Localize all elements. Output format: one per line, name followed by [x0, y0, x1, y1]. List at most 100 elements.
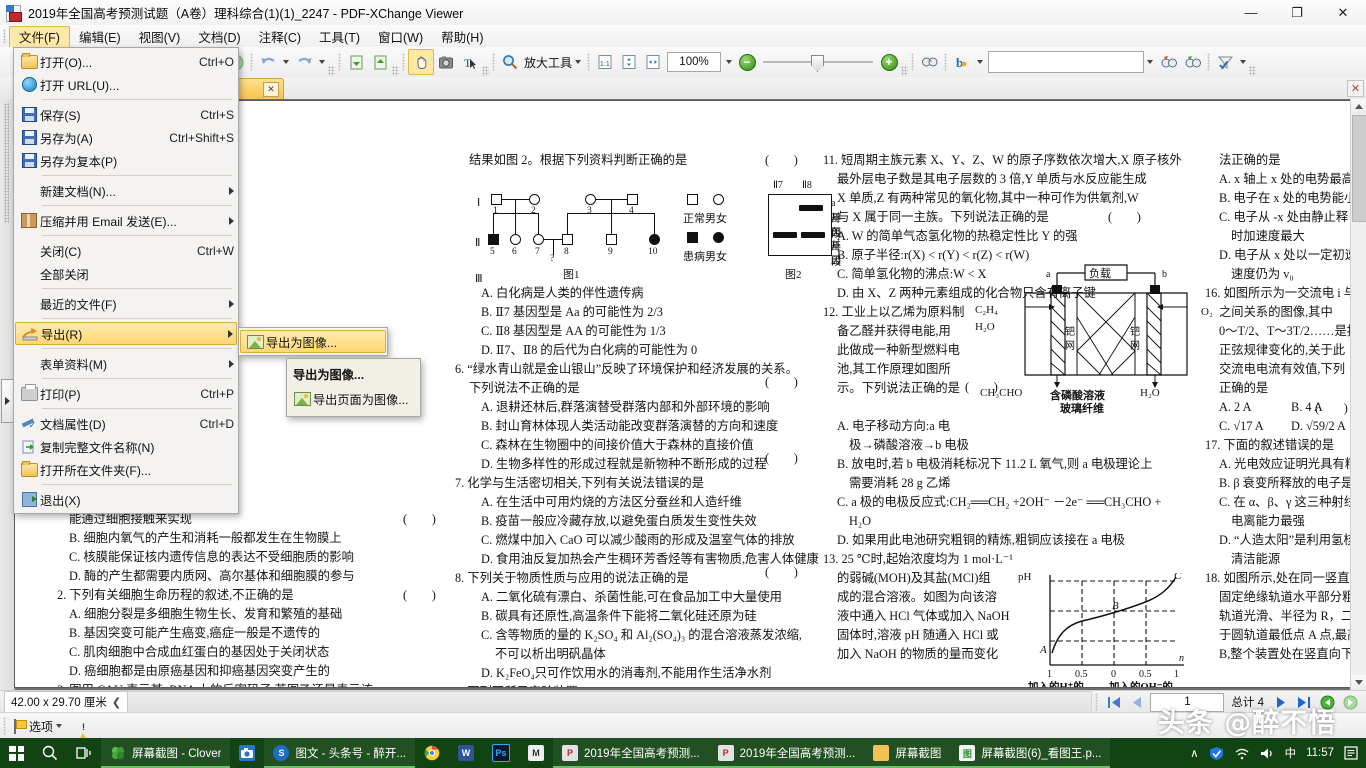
file-menu-item-exit[interactable]: 退出(X): [14, 488, 238, 511]
options-label[interactable]: 选项: [29, 718, 53, 735]
file-menu-item-recent-files[interactable]: 最近的文件(F): [14, 292, 238, 315]
file-menu-item-open-containing-folder[interactable]: 打开所在文件夹(F)...: [14, 458, 238, 481]
file-menu-item-new-document[interactable]: 新建文档(N)...: [14, 179, 238, 202]
previous-view-status-button[interactable]: [1317, 693, 1337, 711]
menu-view[interactable]: 视图(V): [130, 25, 190, 47]
scroll-up-button[interactable]: [1351, 99, 1366, 114]
toolbar-grip-3[interactable]: [399, 51, 408, 73]
magnify-dropdown-icon[interactable]: [575, 60, 581, 64]
find-dropdown-icon[interactable]: [977, 60, 983, 64]
undo-icon[interactable]: [256, 50, 280, 74]
previous-page-button[interactable]: [1127, 693, 1147, 711]
file-menu-item-save-copy[interactable]: 另存为复本(P): [14, 149, 238, 172]
status-collapse-icon[interactable]: ❮: [112, 696, 121, 709]
magnify-tool-icon[interactable]: [498, 50, 522, 74]
tray-chevron-icon[interactable]: ∧: [1190, 746, 1198, 760]
toolbar-overflow-2-icon[interactable]: [392, 66, 399, 76]
document-tab-close-icon[interactable]: ✕: [263, 82, 279, 97]
menu-drag-grip[interactable]: [0, 25, 9, 47]
optbar-grip[interactable]: [0, 715, 9, 737]
previous-page-green-icon[interactable]: [344, 50, 368, 74]
clock[interactable]: 11:57: [1306, 747, 1334, 759]
taskbar-item-photoshop[interactable]: Ps: [483, 738, 519, 768]
export-submenu-item-export-as-image[interactable]: 导出为图像...: [240, 330, 386, 353]
warning-icon[interactable]: !: [75, 719, 92, 734]
task-view-button[interactable]: [67, 738, 101, 768]
toolbar-grip-2[interactable]: [335, 51, 344, 73]
toolbar-grip-6[interactable]: [908, 51, 917, 73]
select-text-tool-icon[interactable]: T: [458, 50, 482, 74]
next-page-green-icon[interactable]: [368, 50, 392, 74]
toolbar-grip-4[interactable]: [489, 51, 498, 73]
scrollbar-thumb[interactable]: [1352, 115, 1366, 222]
taskbar-item-camera[interactable]: [230, 738, 264, 768]
file-menu-item-save[interactable]: 保存(S) Ctrl+S: [14, 103, 238, 126]
zoom-slider-thumb[interactable]: [811, 55, 824, 72]
vertical-scrollbar[interactable]: [1350, 99, 1366, 690]
file-menu-item-close-all[interactable]: 全部关闭: [14, 262, 238, 285]
menu-window[interactable]: 窗口(W): [369, 25, 432, 47]
toolbar-grip-8[interactable]: [1204, 51, 1213, 73]
toolbar-overflow-3-icon[interactable]: [482, 66, 489, 76]
zoom-out-button[interactable]: −: [735, 50, 759, 74]
taskbar-item-pdf-1[interactable]: P 2019年全国高考预测...: [553, 738, 709, 768]
flag-icon[interactable]: [13, 719, 27, 734]
fit-width-icon[interactable]: [641, 50, 665, 74]
file-menu-item-export[interactable]: 导出(R): [15, 322, 237, 345]
next-view-status-button[interactable]: [1340, 693, 1360, 711]
zoom-slider[interactable]: [763, 51, 873, 73]
snapshot-tool-icon[interactable]: [434, 50, 458, 74]
toolbar-grip-1[interactable]: [247, 51, 256, 73]
export-image-submenu-item-export-page[interactable]: 导出页面为图像...: [287, 387, 420, 410]
pagenav-grip[interactable]: [1092, 691, 1101, 713]
file-menu-item-copy-filename[interactable]: 复制完整文件名称(N): [14, 435, 238, 458]
zoom-dropdown-icon[interactable]: [726, 60, 732, 64]
taskbar-item-pdf-2[interactable]: P 2019年全国高考预测...: [709, 738, 865, 768]
search-filter-icon[interactable]: [1213, 50, 1237, 74]
last-page-button[interactable]: [1294, 693, 1314, 711]
toolbar-overflow-4-icon[interactable]: [901, 66, 908, 76]
find-history-icon[interactable]: [1147, 60, 1153, 64]
taskbar-item-chrome[interactable]: [415, 738, 449, 768]
undo-dropdown-icon[interactable]: [283, 60, 289, 64]
toolbar-grip-5[interactable]: [584, 51, 593, 73]
taskbar-search-button[interactable]: [33, 738, 67, 768]
taskbar-item-clover[interactable]: 屏幕截图 - Clover: [101, 738, 230, 768]
export-submenu[interactable]: 导出为图像...: [238, 327, 388, 356]
find-previous-icon[interactable]: [1156, 50, 1180, 74]
hand-tool-icon[interactable]: [408, 49, 434, 75]
scroll-down-button[interactable]: [1351, 675, 1366, 690]
file-menu-item-doc-properties[interactable]: ✓ 文档属性(D) Ctrl+D: [14, 412, 238, 435]
rail-grip[interactable]: [4, 103, 9, 223]
redo-dropdown-icon[interactable]: [319, 60, 325, 64]
search-filter-dropdown-icon[interactable]: [1240, 60, 1246, 64]
fit-page-icon[interactable]: [617, 50, 641, 74]
loupe-icon[interactable]: [917, 50, 941, 74]
taskbar-item-folder[interactable]: 屏幕截图: [864, 738, 950, 768]
file-menu-item-open-url[interactable]: 打开 URL(U)...: [14, 73, 238, 96]
start-button[interactable]: [0, 738, 33, 768]
menu-edit[interactable]: 编辑(E): [70, 25, 130, 47]
file-menu-item-print[interactable]: 打印(P) Ctrl+P: [14, 382, 238, 405]
close-document-button[interactable]: ✕: [1347, 80, 1364, 97]
menu-help[interactable]: 帮助(H): [432, 25, 492, 47]
toolbar-overflow-1-icon[interactable]: [328, 66, 335, 76]
redo-icon[interactable]: [292, 50, 316, 74]
menu-comment[interactable]: 注释(C): [250, 25, 310, 47]
close-button[interactable]: ✕: [1320, 0, 1366, 25]
zoom-in-button[interactable]: +: [877, 50, 901, 74]
maximize-button[interactable]: ❐: [1274, 0, 1320, 25]
menu-document[interactable]: 文档(D): [189, 25, 249, 47]
minimize-button[interactable]: —: [1228, 0, 1274, 25]
taskbar-item-viewer[interactable]: 图 屏幕截图(6)_看图王.p...: [950, 738, 1110, 768]
find-icon[interactable]: b: [950, 50, 974, 74]
menu-tools[interactable]: 工具(T): [310, 25, 369, 47]
taskbar-item-markdown[interactable]: M: [519, 738, 553, 768]
find-next-icon[interactable]: [1180, 50, 1204, 74]
first-page-button[interactable]: [1104, 693, 1124, 711]
file-menu-item-save-as[interactable]: 另存为(A) Ctrl+Shift+S: [14, 126, 238, 149]
export-image-submenu[interactable]: 导出为图像... 导出页面为图像...: [286, 358, 421, 417]
find-input[interactable]: [988, 51, 1144, 73]
zoom-level-input[interactable]: 100%: [667, 52, 721, 72]
actual-size-icon[interactable]: 1:1: [593, 50, 617, 74]
